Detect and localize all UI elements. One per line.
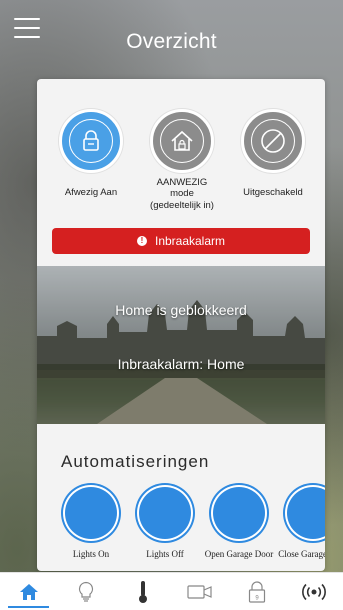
nav-locks[interactable]: 9	[229, 573, 286, 610]
automation-circle-icon	[213, 487, 265, 539]
prohibited-icon	[241, 109, 305, 173]
lock-status-text: Home is geblokkeerd	[115, 302, 247, 318]
alarm-label: Inbraakalarm	[154, 234, 226, 248]
broadcast-icon	[302, 583, 327, 600]
mode-selector: Afwezig Aan AANWEZIG mode (gedeeltelijk …	[37, 109, 325, 219]
automation-circle-icon	[139, 487, 191, 539]
mode-label: Uitgeschakeld	[243, 187, 303, 198]
mode-home-partial[interactable]: AANWEZIG mode (gedeeltelijk in)	[132, 109, 232, 211]
automation-label: Close Garage Door	[278, 549, 325, 559]
nav-climate[interactable]	[114, 573, 171, 610]
camera-icon	[187, 584, 212, 599]
bottom-nav: 9	[0, 572, 343, 610]
automation-label: Lights On	[72, 549, 110, 559]
automation-label: Lights Off	[146, 549, 184, 559]
home-icon	[19, 583, 38, 600]
automation-circle-icon	[287, 487, 325, 539]
automation-label: Open Garage Door	[204, 549, 274, 559]
nav-home[interactable]	[0, 573, 57, 610]
overview-card: Afwezig Aan AANWEZIG mode (gedeeltelijk …	[37, 79, 325, 571]
page-title: Overzicht	[126, 30, 217, 53]
automation-circle-icon	[65, 487, 117, 539]
nav-cameras[interactable]	[172, 573, 229, 610]
automation-close-garage-door[interactable]: Close Garage Door	[275, 487, 325, 560]
padlock-icon: 9	[249, 580, 266, 603]
lightbulb-icon	[78, 581, 93, 602]
nav-alarm[interactable]	[286, 573, 343, 610]
burglary-alarm-banner[interactable]: ! Inbraakalarm	[52, 228, 310, 254]
exclamation-icon: !	[136, 236, 147, 246]
automations-title: Automatiseringen	[61, 452, 210, 471]
mode-label: AANWEZIG mode (gedeeltelijk in)	[150, 177, 214, 211]
automation-lights-off[interactable]: Lights Off	[127, 487, 203, 560]
castle-image	[37, 266, 325, 424]
camera-snapshot[interactable]: Home is geblokkeerd Inbraakalarm: Home	[37, 266, 325, 424]
automation-open-garage-door[interactable]: Open Garage Door	[201, 487, 277, 560]
thermometer-icon	[138, 580, 147, 603]
mode-label: Afwezig Aan	[64, 187, 118, 198]
automations-row: Lights On Lights Off Open Garage Door Cl…	[37, 487, 325, 571]
alarm-status-text: Inbraakalarm: Home	[117, 356, 245, 372]
mode-disabled[interactable]: Uitgeschakeld	[223, 109, 323, 198]
automation-lights-on[interactable]: Lights On	[53, 487, 129, 560]
lock-icon	[59, 109, 123, 173]
nav-lights[interactable]	[57, 573, 114, 610]
mode-away-on[interactable]: Afwezig Aan	[41, 109, 141, 198]
svg-text:9: 9	[256, 595, 260, 601]
house-lock-icon	[150, 109, 214, 173]
